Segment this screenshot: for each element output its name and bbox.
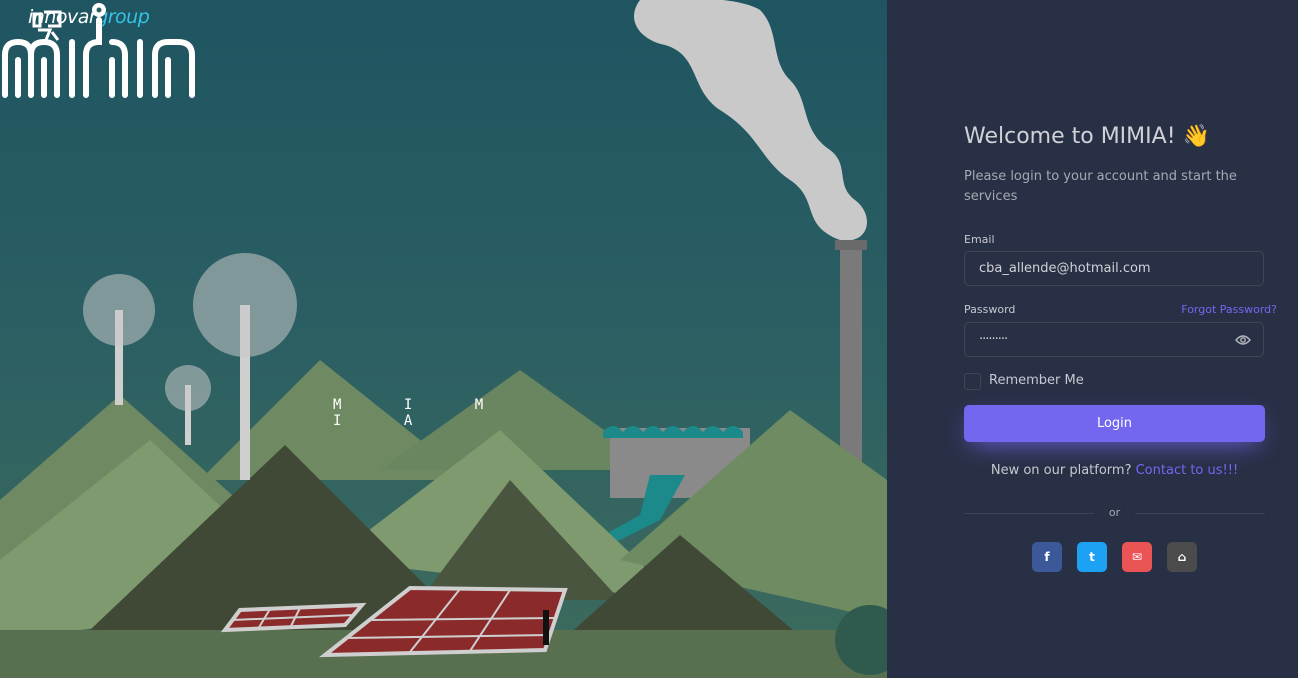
twitter-button[interactable]: t	[1077, 542, 1107, 572]
remember-me-label: Remember Me	[989, 373, 1084, 388]
login-button[interactable]: Login	[964, 405, 1265, 442]
login-panel: Welcome to MIMIA! 👋 Please login to your…	[887, 0, 1298, 678]
email-label: Email	[964, 233, 995, 246]
password-field[interactable]: ·········	[964, 322, 1264, 357]
forgot-password-link[interactable]: Forgot Password?	[1181, 303, 1277, 316]
github-button[interactable]: ⌂	[1167, 542, 1197, 572]
mimia-logo-icon	[2, 3, 195, 98]
welcome-title: Welcome to MIMIA! 👋	[964, 124, 1210, 149]
email-field[interactable]: cba_allende@hotmail.com	[964, 251, 1264, 286]
divider-text: or	[1108, 506, 1121, 519]
or-divider: or	[964, 505, 1265, 521]
twitter-icon: t	[1089, 550, 1095, 564]
github-icon: ⌂	[1177, 550, 1187, 564]
eye-icon[interactable]	[1235, 333, 1251, 347]
welcome-subtitle: Please login to your account and start t…	[964, 169, 1237, 204]
signup-prompt-text: New on our platform?	[990, 463, 1132, 478]
mail-button[interactable]: ✉	[1122, 542, 1152, 572]
mimia-wordmark: M I M I A	[333, 397, 511, 429]
password-label: Password	[964, 303, 1016, 316]
signup-prompt: New on our platform? Contact to us!!!	[964, 463, 1265, 478]
email-value: cba_allende@hotmail.com	[979, 261, 1151, 276]
facebook-button[interactable]: f	[1032, 542, 1062, 572]
remember-me-checkbox[interactable]	[964, 373, 981, 390]
mail-icon: ✉	[1131, 550, 1143, 564]
landscape-illustration	[0, 0, 887, 678]
password-value: ·········	[979, 332, 1008, 347]
illustration-panel: innovargroup M I M I A	[0, 0, 887, 678]
facebook-icon: f	[1044, 550, 1050, 564]
contact-link[interactable]: Contact to us!!!	[1136, 463, 1239, 478]
